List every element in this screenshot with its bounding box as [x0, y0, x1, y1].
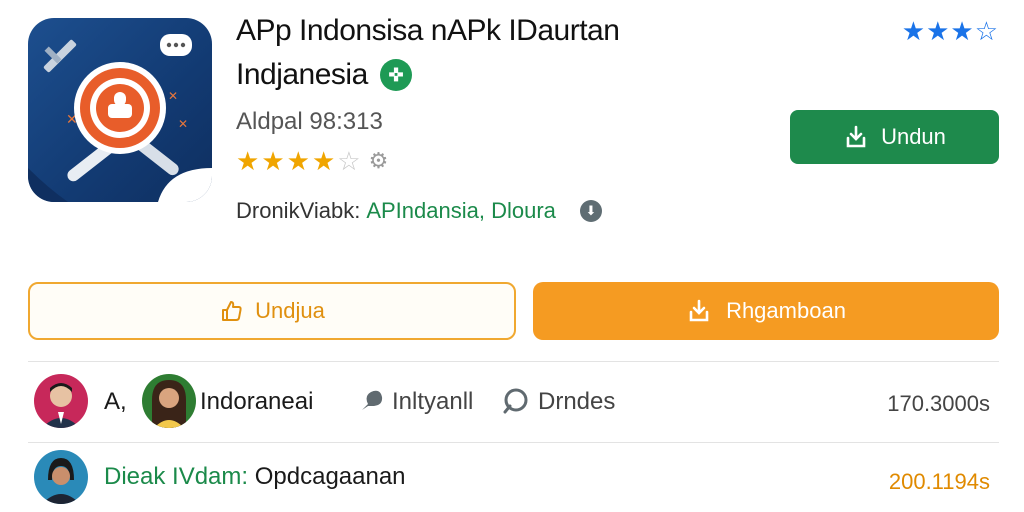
developer-row: DronikViabk: APIndansia, Dloura ⬇ [236, 198, 602, 224]
avatar[interactable] [142, 374, 196, 428]
star-full-icon: ★ [950, 16, 974, 46]
comment-pin-icon[interactable] [356, 386, 386, 423]
app-title-second-part: Indjanesia [236, 58, 368, 91]
row-value: 170.3000s [887, 391, 990, 416]
app-title: APp Indonsisa nAPk IDaurtan [236, 14, 620, 47]
star-empty-icon: ☆ [337, 146, 361, 176]
app-subtitle: Aldpal 98:313 [236, 108, 383, 135]
star-full-icon: ★ [261, 146, 285, 176]
svg-text:✕: ✕ [168, 89, 178, 103]
share-orange-label: Rhgamboan [726, 298, 846, 323]
app-rating-stars: ★ ★ ★ ★ ☆ ⚙ [236, 148, 388, 174]
target-emblem-icon [74, 62, 166, 154]
star-empty-icon: ☆ [974, 16, 998, 46]
svg-text:✕: ✕ [178, 117, 188, 131]
avatar[interactable] [34, 374, 88, 428]
developer-link[interactable]: APIndansia, Dloura [366, 198, 556, 224]
thumbs-up-icon [222, 301, 242, 321]
star-full-icon: ★ [901, 16, 926, 46]
star-full-icon: ★ [236, 146, 260, 176]
download-outline-button[interactable]: Undjua [28, 282, 516, 340]
install-action-label[interactable]: Inltyanll [392, 388, 473, 416]
settings-gear-icon[interactable]: ⚙ [369, 148, 389, 174]
divider [28, 442, 999, 443]
verified-check-icon: ✜ [379, 59, 412, 91]
star-full-icon: ★ [286, 146, 310, 176]
developer-label: DronikViabk: [236, 198, 361, 223]
download-arrow-icon[interactable]: ⬇ [579, 200, 602, 222]
row-value: 200.1194s [888, 469, 990, 494]
row-label-line: Dieak IVdam: Opdcagaanan [104, 463, 406, 491]
sword-icon [43, 39, 77, 73]
avatar[interactable] [34, 450, 88, 504]
install-button[interactable]: Undun [790, 110, 999, 164]
download-outline-label: Undjua [255, 298, 325, 323]
star-full-icon: ★ [926, 16, 950, 46]
top-rating-stars: ★ ★ ★ ☆ [902, 18, 998, 44]
app-icon: ✕ ✕ ✕ [28, 18, 212, 202]
chat-bubble-icon [160, 34, 192, 56]
share-orange-button[interactable]: Rhgamboan [533, 282, 999, 340]
reviewer-name[interactable]: Indoraneai [200, 388, 313, 416]
install-button-label: Undun [881, 124, 946, 149]
divider [28, 361, 999, 362]
download-hand-icon [846, 125, 866, 148]
comment-bubble-icon[interactable] [500, 386, 530, 423]
comments-action-label[interactable]: Drndes [538, 388, 615, 416]
row-label[interactable]: Dieak IVdam: [104, 463, 248, 490]
row-name: Opdcagaanan [254, 463, 406, 490]
download-hand-icon [689, 299, 709, 322]
reviewer-prefix: A, [104, 388, 127, 415]
star-full-icon: ★ [311, 146, 336, 176]
app-title-line2: Indjanesia ✜ [236, 58, 412, 92]
